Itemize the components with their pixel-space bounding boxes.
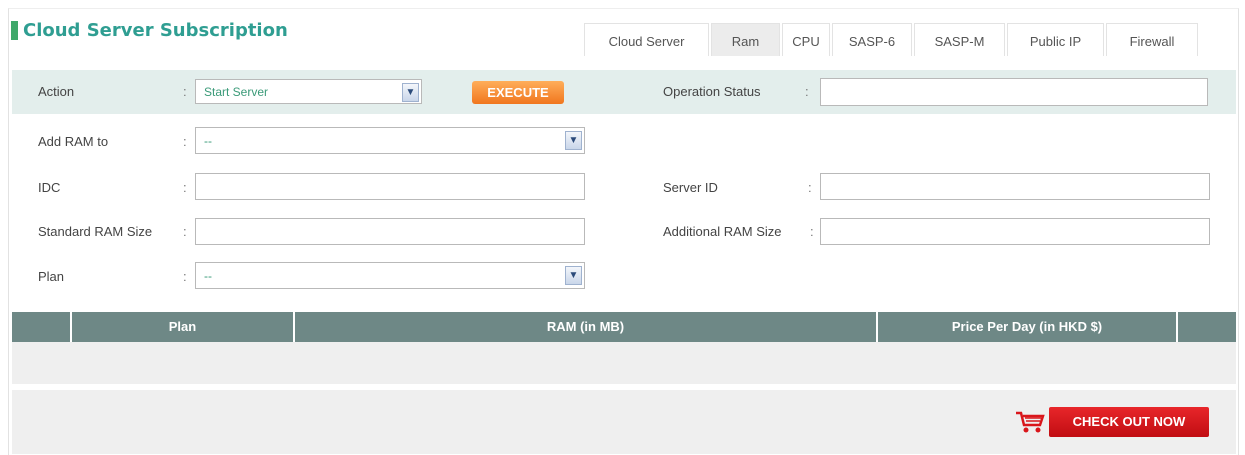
operation-status-field[interactable]: [820, 78, 1208, 106]
add-ram-to-label: Add RAM to: [38, 134, 109, 149]
add-ram-to-select[interactable]: -- ▼: [195, 127, 585, 154]
table-header-blank-end: [1178, 312, 1236, 342]
tab-cloud-server[interactable]: Cloud Server: [584, 23, 709, 56]
page-title-text: Cloud Server Subscription: [23, 20, 288, 41]
title-accent-bar: [11, 21, 18, 40]
server-id-label: Server ID: [663, 180, 718, 195]
table-header: Plan RAM (in MB) Price Per Day (in HKD $…: [12, 312, 1236, 342]
idc-label: IDC: [38, 180, 61, 195]
checkout-now-button[interactable]: CHECK OUT NOW: [1015, 407, 1209, 437]
plan-colon: :: [183, 269, 187, 284]
plan-select-value: --: [204, 268, 212, 283]
chevron-down-icon[interactable]: ▼: [402, 83, 419, 102]
table-body: [12, 342, 1236, 384]
operation-status-label: Operation Status: [663, 84, 761, 99]
additional-ram-size-label: Additional RAM Size: [663, 224, 782, 239]
operation-status-colon: :: [805, 84, 809, 99]
action-label: Action: [38, 84, 75, 99]
tab-ram[interactable]: Ram: [711, 23, 780, 56]
standard-ram-size-label: Standard RAM Size: [38, 224, 153, 239]
action-select[interactable]: Start Server ▼: [195, 79, 422, 104]
standard-ram-size-field[interactable]: [195, 218, 585, 245]
chevron-down-icon[interactable]: ▼: [565, 266, 582, 285]
table-header-price: Price Per Day (in HKD $): [878, 312, 1178, 342]
page-title: Cloud Server Subscription: [11, 20, 288, 41]
tab-bar: Cloud Server Ram CPU SASP-6 SASP-M Publi…: [584, 23, 1200, 56]
table-header-ram: RAM (in MB): [295, 312, 878, 342]
tab-sasp-m[interactable]: SASP-M: [914, 23, 1005, 56]
tab-public-ip[interactable]: Public IP: [1007, 23, 1104, 56]
standard-ram-size-colon: :: [183, 224, 187, 239]
tab-cpu[interactable]: CPU: [782, 23, 830, 56]
table-header-blank: [12, 312, 72, 342]
additional-ram-size-colon: :: [810, 224, 814, 239]
idc-colon: :: [183, 180, 187, 195]
action-select-value: Start Server: [204, 84, 269, 99]
server-id-field[interactable]: [820, 173, 1210, 200]
cart-icon: [1016, 411, 1045, 433]
server-id-colon: :: [808, 180, 812, 195]
table-header-plan: Plan: [72, 312, 295, 342]
tab-sasp-6[interactable]: SASP-6: [832, 23, 912, 56]
tab-firewall[interactable]: Firewall: [1106, 23, 1198, 56]
add-ram-to-value: --: [204, 133, 212, 148]
action-colon: :: [183, 84, 187, 99]
chevron-down-icon[interactable]: ▼: [565, 131, 582, 150]
add-ram-to-colon: :: [183, 134, 187, 149]
plan-label: Plan: [38, 269, 65, 284]
execute-button[interactable]: EXECUTE: [472, 81, 564, 104]
plan-select[interactable]: -- ▼: [195, 262, 585, 289]
checkout-now-label[interactable]: CHECK OUT NOW: [1049, 407, 1209, 437]
additional-ram-size-field[interactable]: [820, 218, 1210, 245]
idc-field[interactable]: [195, 173, 585, 200]
